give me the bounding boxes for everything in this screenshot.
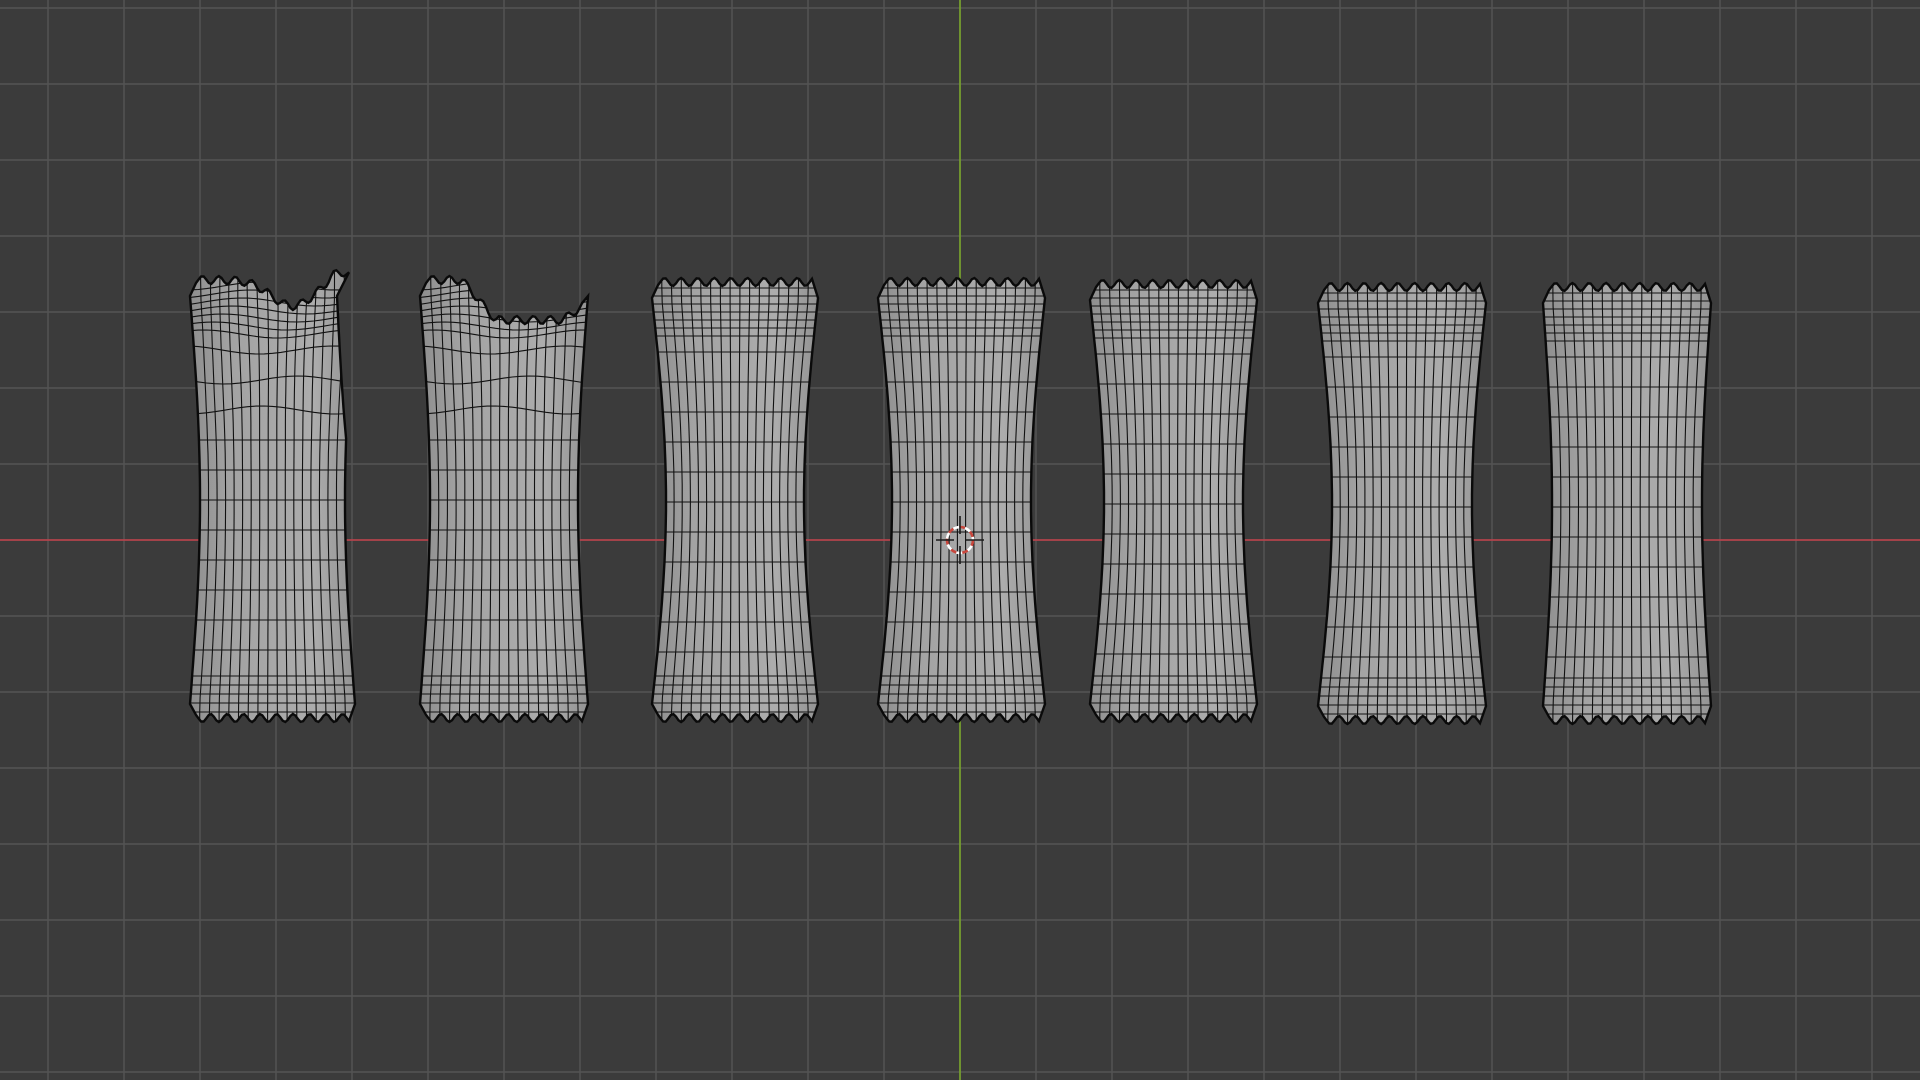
mesh-object-bag-5[interactable]: [1088, 274, 1259, 728]
mesh-object-bag-6[interactable]: [1316, 277, 1488, 730]
mesh-object-bag-4[interactable]: [876, 272, 1047, 728]
mesh-object-bag-1[interactable]: [188, 268, 357, 728]
mesh-surface: [1318, 283, 1486, 724]
viewport-canvas[interactable]: [0, 0, 1920, 1080]
mesh-surface: [652, 278, 818, 722]
mesh-object-bag-2[interactable]: [418, 270, 590, 728]
scene-objects[interactable]: [188, 268, 1713, 730]
3d-viewport[interactable]: [0, 0, 1920, 1080]
mesh-object-bag-3[interactable]: [650, 272, 820, 728]
mesh-surface: [420, 276, 588, 722]
mesh-surface: [1090, 280, 1257, 722]
mesh-object-bag-7[interactable]: [1541, 277, 1713, 730]
mesh-surface: [878, 278, 1045, 722]
mesh-surface: [1543, 283, 1711, 724]
